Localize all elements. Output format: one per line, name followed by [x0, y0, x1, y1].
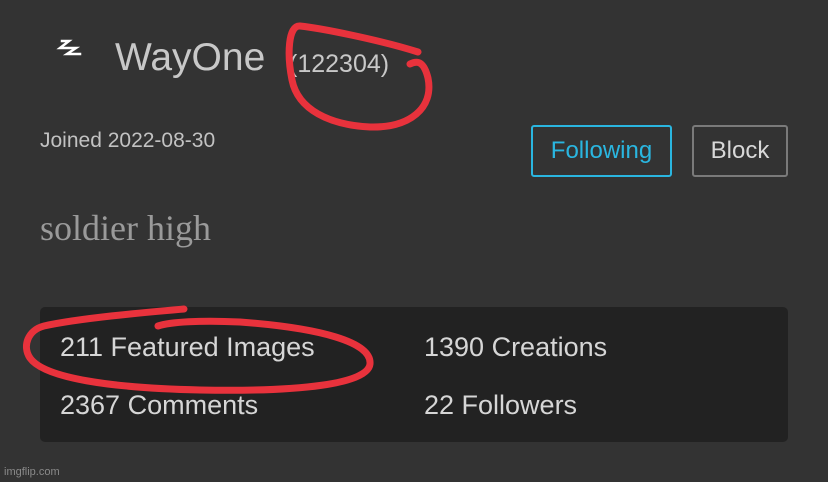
lightning-bolt-icon [56, 39, 82, 56]
creations-stat[interactable]: 1390 Creations [424, 334, 607, 361]
comments-stat[interactable]: 2367 Comments [60, 392, 258, 419]
joined-date: Joined 2022-08-30 [40, 129, 216, 152]
user-points: (122304) [289, 50, 390, 78]
username: WayOne [115, 36, 266, 79]
followers-stat[interactable]: 22 Followers [424, 392, 577, 419]
stats-panel: 211 Featured Images 1390 Creations 2367 … [40, 307, 788, 442]
block-button[interactable]: Block [692, 125, 788, 177]
following-button[interactable]: Following [531, 125, 672, 177]
imgflip-watermark: imgflip.com [4, 466, 60, 478]
user-bio: soldier high [40, 208, 211, 248]
avatar[interactable] [46, 34, 86, 64]
featured-images-stat[interactable]: 211 Featured Images [60, 334, 315, 361]
